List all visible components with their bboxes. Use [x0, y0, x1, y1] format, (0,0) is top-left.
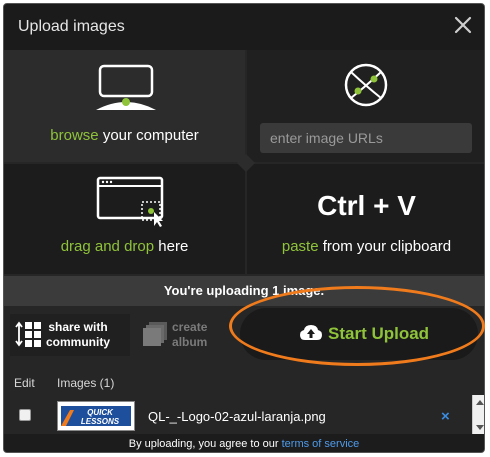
- browse-label: browse your computer: [4, 127, 245, 144]
- share-community-toggle[interactable]: share with community: [10, 314, 130, 356]
- share-community-label: share with community: [46, 320, 110, 350]
- column-edit: Edit: [14, 376, 35, 390]
- share-label-line2: community: [46, 335, 111, 349]
- upload-dialog: Upload images browse your computer enter…: [3, 3, 485, 453]
- share-grid-icon: [15, 320, 43, 348]
- paste-label: paste from your clipboard: [247, 238, 484, 255]
- album-label-line2: album: [172, 335, 208, 349]
- scroll-up-icon[interactable]: [476, 400, 484, 405]
- paste-label-accent: paste: [281, 238, 319, 255]
- start-upload-button[interactable]: Start Upload: [240, 308, 478, 360]
- drag-drop-label-accent: drag and drop: [60, 238, 155, 255]
- create-album-label: create album: [172, 320, 207, 350]
- column-images: Images (1): [57, 376, 115, 390]
- start-upload-label: Start Upload: [328, 324, 430, 343]
- globe-link-icon: [341, 60, 391, 110]
- file-list-scrollbar[interactable]: [472, 395, 484, 435]
- create-album-button[interactable]: create album: [136, 314, 236, 356]
- upload-status: You're uploading 1 image.: [4, 276, 484, 306]
- paste-label-rest: from your clipboard: [322, 238, 452, 255]
- album-stack-icon: [141, 320, 169, 348]
- table-row: QUICK LESSONS QL-_-Logo-02-azul-laranja.…: [4, 398, 472, 434]
- terms-text: By uploading, you agree to our: [128, 438, 279, 450]
- file-select-checkbox[interactable]: [19, 409, 31, 421]
- remove-file-icon[interactable]: ×: [441, 408, 450, 425]
- panel-divider-diamond: [237, 154, 255, 172]
- image-url-panel: [247, 50, 484, 162]
- paste-clipboard-panel: Ctrl + V paste from your clipboard: [247, 164, 484, 274]
- terms-of-service-link[interactable]: terms of service: [282, 438, 360, 450]
- scroll-down-icon[interactable]: [476, 425, 484, 430]
- terms-notice: By uploading, you agree to our terms of …: [4, 434, 484, 452]
- album-label-line1: create: [172, 320, 208, 334]
- drag-drop-panel[interactable]: drag and drop here: [4, 164, 245, 274]
- drag-drop-label: drag and drop here: [4, 238, 245, 255]
- thumbnail-logo-text-1: QUICK: [87, 408, 114, 417]
- drag-drop-label-rest: here: [158, 238, 189, 255]
- browse-label-rest: your computer: [102, 127, 199, 144]
- cloud-upload-icon: [300, 324, 322, 342]
- dialog-title: Upload images: [18, 18, 125, 35]
- browse-computer-panel[interactable]: browse your computer: [4, 50, 245, 162]
- drag-window-icon: [96, 176, 168, 228]
- file-name: QL-_-Logo-02-azul-laranja.png: [148, 409, 326, 424]
- dialog-titlebar: Upload images: [4, 4, 484, 50]
- file-table-header: Edit Images (1): [4, 373, 484, 393]
- close-icon[interactable]: [452, 14, 474, 36]
- browse-label-accent: browse: [50, 127, 99, 144]
- share-label-line1: share with: [48, 320, 108, 334]
- upload-action-bar: share with community create album Start …: [4, 306, 484, 360]
- thumbnail-logo-text-2: LESSONS: [81, 417, 120, 426]
- paste-shortcut: Ctrl + V: [317, 190, 416, 221]
- image-url-input[interactable]: [260, 123, 472, 153]
- file-thumbnail: QUICK LESSONS: [57, 401, 135, 431]
- monitor-icon: [94, 64, 158, 116]
